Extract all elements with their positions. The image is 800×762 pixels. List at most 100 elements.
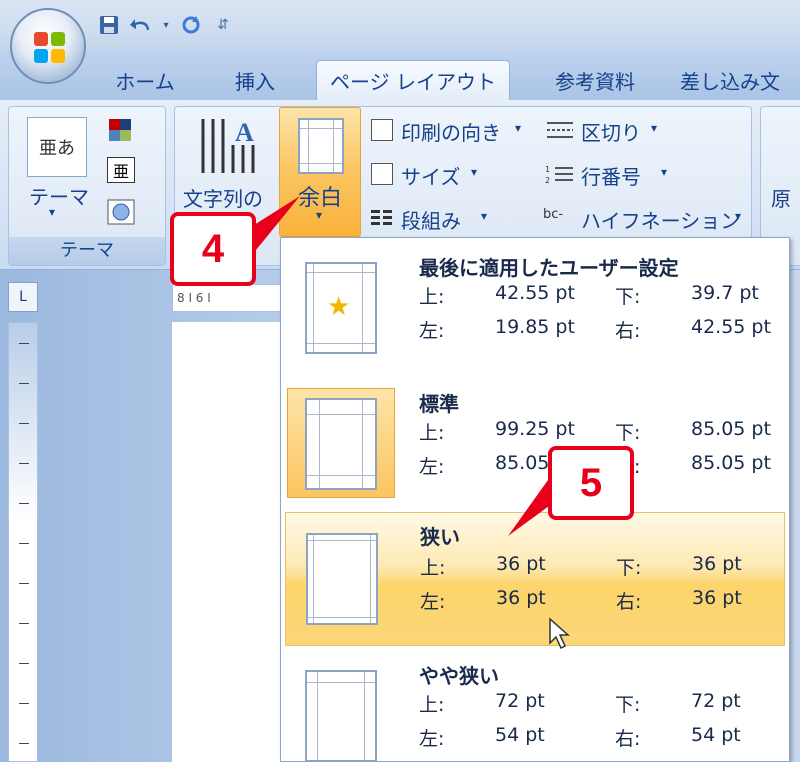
hyphenation-button[interactable]: ハイフネーション — [581, 205, 740, 234]
customize-toolbar-icon[interactable]: ⇵ — [210, 12, 236, 38]
margin-preview-icon — [306, 533, 378, 625]
tab-insert[interactable]: 挿入 — [210, 60, 300, 100]
tab-mailings[interactable]: 差し込み文 — [680, 60, 800, 100]
callout-step-4: 4 — [170, 212, 256, 286]
tab-home[interactable]: ホーム — [100, 60, 190, 100]
right-label: 右: — [616, 591, 642, 613]
margin-option-title: 標準 — [419, 392, 459, 416]
left-label: 左: — [420, 591, 446, 613]
document-page[interactable] — [172, 322, 282, 762]
left-value: 54 pt — [495, 724, 545, 746]
bottom-label: 下: — [615, 286, 641, 308]
right-value: 54 pt — [691, 724, 741, 746]
themes-button[interactable]: テーマ — [29, 181, 89, 210]
tab-references[interactable]: 参考資料 — [530, 60, 660, 100]
columns-button[interactable]: 段組み — [401, 205, 461, 234]
bottom-label: 下: — [616, 557, 642, 579]
svg-text:A: A — [235, 118, 254, 147]
chevron-down-icon: ▾ — [661, 165, 668, 179]
next-group-label[interactable]: 原 — [771, 183, 791, 212]
size-icon — [371, 163, 393, 185]
undo-icon[interactable] — [128, 12, 154, 38]
bottom-value: 36 pt — [692, 553, 742, 575]
hyphenation-icon: bc- — [543, 207, 564, 222]
bottom-label: 下: — [615, 694, 641, 716]
tab-stop-icon: L — [19, 289, 27, 305]
breaks-icon — [545, 119, 575, 141]
margin-option-normal[interactable]: 標準 上: 99.25 pt 下: 85.05 pt 左: 85.05 右: 8… — [285, 378, 785, 506]
left-label: 左: — [419, 456, 445, 478]
top-value: 72 pt — [495, 690, 545, 712]
margin-option-last-custom[interactable]: ★ 最後に適用したユーザー設定 上: 42.55 pt 下: 39.7 pt 左… — [285, 242, 785, 370]
themes-group: 亜あ テーマ ▾ 亜 テーマ — [8, 106, 166, 266]
line-numbers-icon: 12 — [545, 163, 575, 185]
columns-icon — [371, 209, 393, 227]
margin-preview-icon — [305, 398, 377, 490]
title-bar: ▾ ⇵ — [0, 0, 800, 50]
save-icon[interactable] — [96, 12, 122, 38]
left-label: 左: — [419, 320, 445, 342]
right-value: 85.05 pt — [691, 452, 771, 474]
margin-option-title: やや狭い — [419, 664, 499, 688]
margin-option-moderate[interactable]: やや狭い 上: 72 pt 下: 72 pt 左: 54 pt 右: 54 pt — [285, 650, 785, 762]
left-value: 36 pt — [496, 587, 546, 609]
margins-button[interactable]: 余白 ▾ — [279, 107, 361, 237]
top-label: 上: — [419, 422, 445, 444]
size-button[interactable]: サイズ — [401, 161, 460, 190]
redo-icon[interactable] — [178, 12, 204, 38]
orientation-button[interactable]: 印刷の向き — [401, 117, 501, 146]
quick-access-toolbar: ▾ ⇵ — [96, 10, 236, 40]
text-direction-icon[interactable]: A — [195, 115, 265, 177]
orientation-icon — [371, 119, 393, 141]
themes-icon-label: 亜あ — [39, 138, 75, 159]
top-label: 上: — [420, 557, 446, 579]
line-numbers-button[interactable]: 行番号 — [581, 161, 641, 190]
chevron-down-icon: ▾ — [515, 121, 522, 135]
margin-preview-icon — [305, 670, 377, 762]
vertical-ruler[interactable] — [8, 322, 38, 762]
chevron-down-icon: ▾ — [471, 165, 478, 179]
text-direction-button[interactable]: 文字列の — [183, 183, 263, 212]
office-button[interactable] — [10, 8, 86, 84]
bottom-value: 39.7 pt — [691, 282, 759, 304]
margin-option-title: 狭い — [420, 525, 460, 549]
star-icon: ★ — [327, 292, 351, 322]
chevron-down-icon: ▾ — [735, 209, 742, 223]
theme-effects-icon[interactable] — [107, 199, 135, 225]
theme-fonts-icon[interactable]: 亜 — [107, 157, 135, 183]
left-label: 左: — [419, 728, 445, 750]
margin-preview-icon: ★ — [305, 262, 377, 354]
horizontal-ruler[interactable]: 8 I 6 I — [172, 284, 282, 312]
breaks-button[interactable]: 区切り — [581, 117, 641, 146]
tab-selector[interactable]: L — [8, 282, 38, 312]
right-value: 42.55 pt — [691, 316, 771, 338]
chevron-down-icon[interactable]: ▾ — [160, 12, 172, 38]
ribbon-tab-bar: ホーム 挿入 ページ レイアウト 参考資料 差し込み文 — [0, 50, 800, 100]
office-logo-icon — [34, 32, 66, 64]
top-value: 36 pt — [496, 553, 546, 575]
tab-page-layout[interactable]: ページ レイアウト — [316, 60, 510, 100]
bottom-value: 72 pt — [691, 690, 741, 712]
themes-group-label: テーマ — [9, 237, 165, 265]
theme-colors-icon[interactable] — [107, 117, 135, 143]
top-label: 上: — [419, 694, 445, 716]
right-label: 右: — [615, 728, 641, 750]
margin-option-narrow[interactable]: 狭い 上: 36 pt 下: 36 pt 左: 36 pt 右: 36 pt — [285, 512, 785, 650]
chevron-down-icon: ▾ — [316, 208, 323, 222]
left-value: 85.05 — [495, 452, 550, 474]
callout-step-5: 5 — [548, 446, 634, 520]
margins-icon — [298, 118, 344, 174]
margin-option-title: 最後に適用したユーザー設定 — [419, 256, 679, 280]
margins-gallery: ★ 最後に適用したユーザー設定 上: 42.55 pt 下: 39.7 pt 左… — [280, 237, 790, 762]
themes-icon[interactable]: 亜あ — [27, 117, 87, 177]
chevron-down-icon: ▾ — [49, 205, 56, 219]
bottom-value: 85.05 pt — [691, 418, 771, 440]
ruler-ticks: 8 I 6 I — [177, 291, 211, 305]
top-label: 上: — [419, 286, 445, 308]
chevron-down-icon: ▾ — [481, 209, 488, 223]
svg-text:1: 1 — [545, 165, 550, 174]
left-value: 19.85 pt — [495, 316, 575, 338]
right-value: 36 pt — [692, 587, 742, 609]
chevron-down-icon: ▾ — [651, 121, 658, 135]
svg-text:2: 2 — [545, 176, 550, 185]
